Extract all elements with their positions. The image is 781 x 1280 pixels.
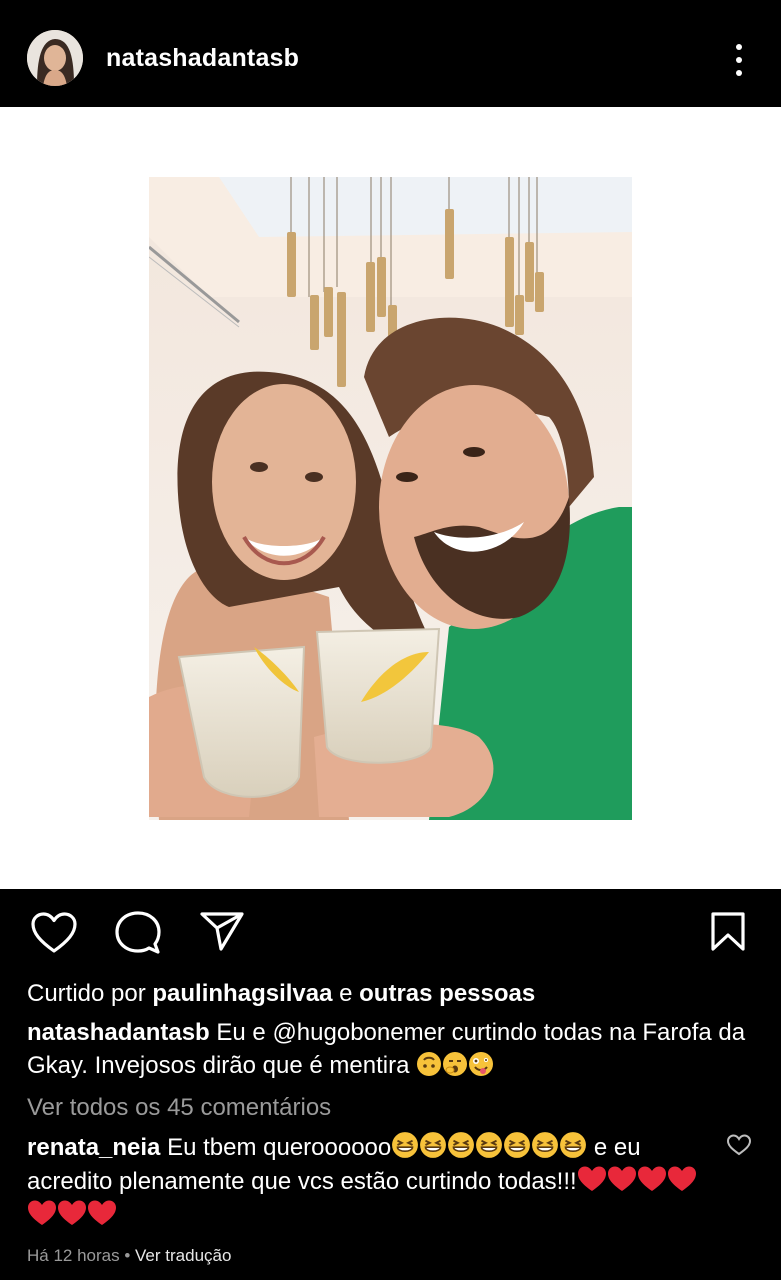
send-paper-plane-icon[interactable] — [199, 911, 245, 953]
comment: renata_neia Eu tbem queroooooo e eu acre… — [27, 1131, 717, 1233]
see-translation-link[interactable]: Ver tradução — [135, 1246, 231, 1265]
comment-like-heart-icon[interactable] — [726, 1133, 752, 1157]
yawning-face-emoji — [443, 1052, 468, 1076]
post-photo[interactable] — [149, 177, 632, 820]
comment-time: Há 12 horas — [27, 1246, 120, 1265]
bookmark-icon[interactable] — [709, 911, 747, 953]
caption-mention[interactable]: @hugobonemer — [272, 1019, 444, 1046]
grinning-squint-emoji-row — [391, 1132, 587, 1161]
post-header: natashadantasb — [0, 0, 781, 107]
more-vertical-icon[interactable] — [725, 40, 753, 80]
view-all-comments-link[interactable]: Ver todos os 45 comentários — [27, 1094, 331, 1122]
likes-prefix: Curtido por — [27, 980, 153, 1007]
liked-by-user[interactable]: paulinhagsilvaa — [152, 980, 332, 1007]
header-username[interactable]: natashadantasb — [106, 44, 299, 73]
caption-text-before: Eu e — [209, 1019, 273, 1046]
comment-bubble-icon[interactable] — [115, 911, 161, 955]
likes-summary[interactable]: Curtido por paulinhagsilvaa e outras pes… — [27, 980, 535, 1008]
likes-middle: e — [332, 980, 360, 1007]
heart-outline-icon[interactable] — [30, 911, 78, 955]
comment-meta: Há 12 horas • Ver tradução — [27, 1246, 231, 1266]
avatar[interactable] — [27, 30, 83, 86]
comment-username[interactable]: renata_neia — [27, 1134, 160, 1161]
caption-username[interactable]: natashadantasb — [27, 1019, 210, 1046]
post-caption: natashadantasb Eu e @hugobonemer curtind… — [27, 1016, 757, 1082]
upside-down-face-emoji — [417, 1052, 442, 1076]
post-actions-bar — [0, 889, 781, 979]
comment-text-before: Eu tbem queroooooo — [160, 1134, 392, 1161]
likes-others-link[interactable]: outras pessoas — [359, 980, 535, 1007]
meta-dot: • — [119, 1246, 136, 1265]
zany-face-emoji — [469, 1052, 494, 1076]
